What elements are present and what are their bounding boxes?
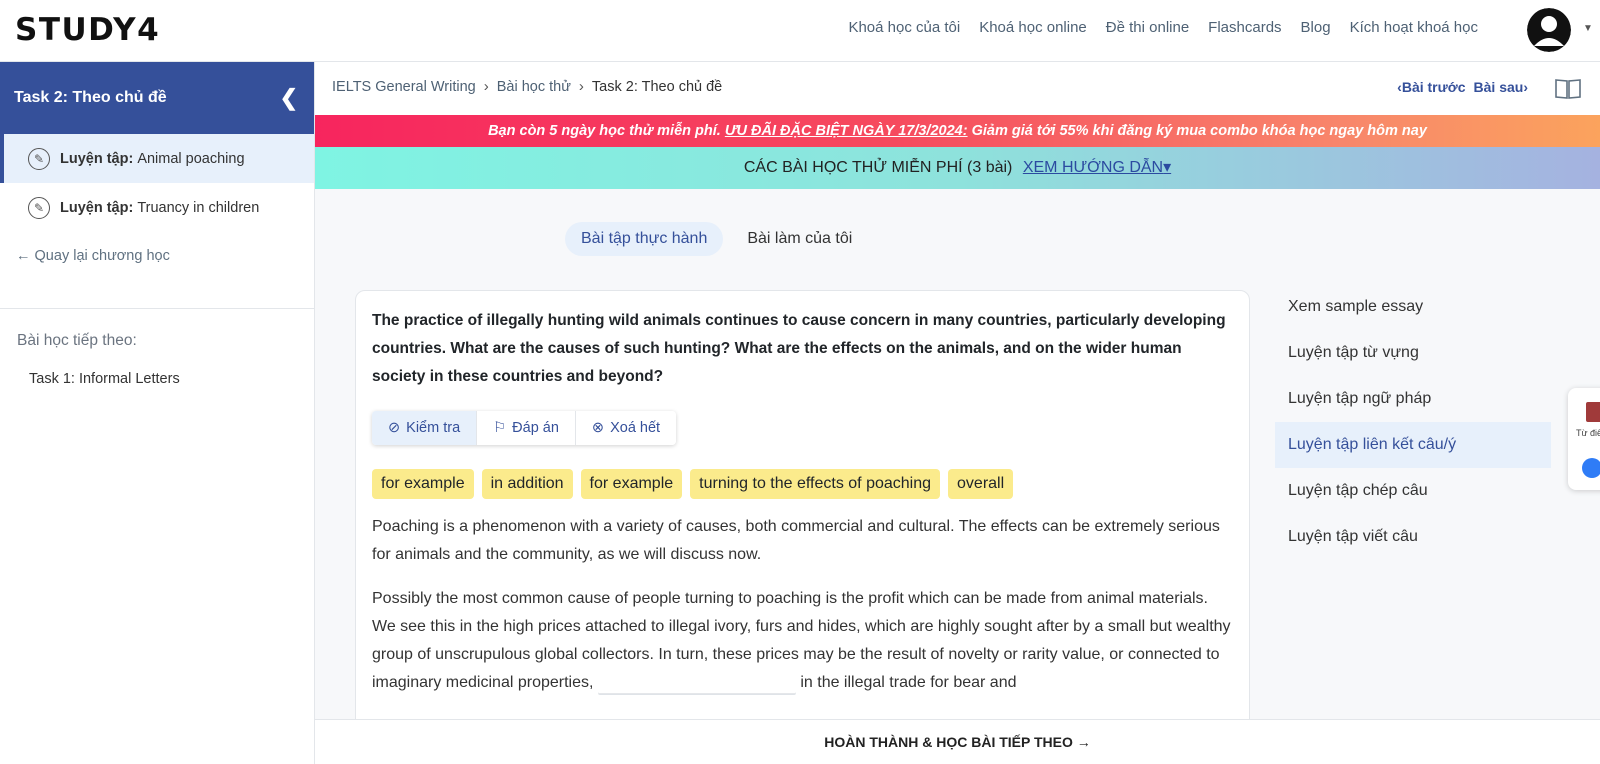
promo-banner[interactable]: Bạn còn 5 ngày học thử miễn phí. ƯU ĐÃI … — [315, 115, 1600, 147]
complete-next-button[interactable]: HOÀN THÀNH & HỌC BÀI TIẾP THEO → — [315, 719, 1600, 764]
dictionary-widget[interactable]: Từ điển — [1568, 388, 1600, 490]
next-lesson-link[interactable]: Task 1: Informal Letters — [29, 371, 180, 387]
flag-icon: ⚐ — [493, 420, 507, 436]
word-chip[interactable]: for example — [372, 469, 474, 499]
sidebar-header: Task 2: Theo chủ đề ❮ — [0, 62, 314, 134]
blank-input[interactable] — [597, 670, 796, 695]
next-lesson-button[interactable]: Bài sau› — [1474, 79, 1528, 95]
free-lessons-bar: CÁC BÀI HỌC THỬ MIỄN PHÍ (3 bài) XEM HƯỚ… — [315, 147, 1600, 189]
menu-grammar[interactable]: Luyện tập ngữ pháp — [1275, 376, 1551, 422]
word-chip[interactable]: for example — [580, 469, 683, 499]
nav-flashcards[interactable]: Flashcards — [1208, 19, 1281, 36]
book-icon[interactable] — [1554, 76, 1582, 100]
dictionary-icon[interactable] — [1586, 402, 1600, 422]
breadcrumb: IELTS General Writing › Bài học thử › Ta… — [332, 78, 722, 95]
exercise-tabs: Bài tập thực hành Bài làm của tôi — [565, 222, 868, 256]
exercise-card: The practice of illegally hunting wild a… — [355, 290, 1250, 764]
back-link-label: Quay lại chương học — [34, 248, 170, 264]
essay-paragraph-2: Possibly the most common cause of people… — [372, 585, 1233, 697]
essay-question: The practice of illegally hunting wild a… — [372, 312, 1226, 385]
menu-linking[interactable]: Luyện tập liên kết câu/ý — [1275, 422, 1551, 468]
prev-lesson-button[interactable]: ‹Bài trước — [1397, 79, 1465, 95]
menu-write-sentences[interactable]: Luyện tập viết câu — [1275, 514, 1551, 560]
lesson-label: Truancy in children — [137, 199, 260, 216]
nav-my-courses[interactable]: Khoá học của tôi — [848, 19, 960, 36]
menu-copy-sentences[interactable]: Luyện tập chép câu — [1275, 468, 1551, 514]
nav-activate-course[interactable]: Kích hoạt khoá học — [1350, 19, 1478, 36]
clear-all-button[interactable]: ⊗ Xoá hết — [575, 411, 677, 445]
breadcrumb-item[interactable]: Bài học thử — [497, 79, 571, 95]
next-label: Bài sau — [1473, 79, 1524, 95]
paragraph-text: in the illegal trade for bear and — [800, 674, 1017, 691]
next-lesson-heading: Bài học tiếp theo: — [17, 332, 137, 349]
exercise-toolbar: ⊘ Kiểm tra ⚐ Đáp án ⊗ Xoá hết — [372, 411, 677, 445]
word-bank: for example in addition for example turn… — [372, 469, 1233, 499]
divider — [0, 308, 314, 309]
view-guide-link[interactable]: XEM HƯỚNG DẪN▾ — [1023, 159, 1171, 176]
lesson-label: Animal poaching — [137, 150, 245, 167]
promo-text: Bạn còn 5 ngày học thử miễn phí. — [488, 123, 721, 139]
practice-menu: Xem sample essay Luyện tập từ vựng Luyện… — [1275, 284, 1551, 560]
chevron-right-icon: › — [483, 78, 489, 95]
chevron-left-icon[interactable]: ❮ — [280, 85, 298, 111]
back-to-chapter-link[interactable]: ← Quay lại chương học — [0, 232, 314, 264]
chevron-down-icon[interactable]: ▼ — [1583, 23, 1593, 34]
tab-practice[interactable]: Bài tập thực hành — [565, 222, 724, 256]
check-button[interactable]: ⊘ Kiểm tra — [372, 411, 478, 445]
chevron-right-icon: › — [578, 78, 584, 95]
promo-offer: Giảm giá tới 55% khi đăng ký mua combo k… — [971, 123, 1427, 139]
pencil-icon: ✎ — [28, 196, 50, 219]
arrow-left-icon: ← — [16, 248, 31, 264]
tab-my-work[interactable]: Bài làm của tôi — [731, 222, 868, 256]
promo-highlight: ƯU ĐÃI ĐẶC BIỆT NGÀY 17/3/2024: — [724, 123, 968, 139]
breadcrumb-current: Task 2: Theo chủ đề — [591, 78, 723, 95]
study4-logo[interactable]: STUDY4 — [15, 12, 160, 48]
lesson-sidebar: Task 2: Theo chủ đề ❮ ✎ Luyện tập: Anima… — [0, 62, 315, 764]
essay-paragraph-1: Poaching is a phenomenon with a variety … — [372, 518, 1220, 563]
guide-label: XEM HƯỚNG DẪN — [1022, 159, 1164, 176]
lesson-pagination: ‹Bài trước Bài sau› — [1397, 79, 1528, 95]
sidebar-title: Task 2: Theo chủ đề — [14, 89, 167, 106]
pencil-icon: ✎ — [28, 147, 50, 170]
prev-label: Bài trước — [1401, 79, 1466, 95]
user-avatar[interactable] — [1527, 8, 1571, 52]
lesson-prefix: Luyện tập: — [60, 150, 134, 167]
dictionary-label: Từ điển — [1576, 428, 1600, 438]
answer-label: Đáp án — [512, 420, 559, 436]
breadcrumb-bar: IELTS General Writing › Bài học thử › Ta… — [315, 62, 1600, 115]
main-content: IELTS General Writing › Bài học thử › Ta… — [315, 62, 1600, 764]
nav-online-courses[interactable]: Khoá học online — [979, 19, 1087, 36]
nav-blog[interactable]: Blog — [1301, 19, 1331, 36]
check-label: Kiểm tra — [406, 420, 461, 436]
breadcrumb-item[interactable]: IELTS General Writing — [332, 79, 476, 95]
menu-vocabulary[interactable]: Luyện tập từ vựng — [1275, 330, 1551, 376]
close-circle-icon: ⊗ — [591, 420, 605, 436]
messenger-icon[interactable] — [1582, 458, 1600, 478]
answer-button[interactable]: ⚐ Đáp án — [477, 411, 576, 445]
menu-sample-essay[interactable]: Xem sample essay — [1275, 284, 1551, 330]
free-lessons-label: CÁC BÀI HỌC THỬ MIỄN PHÍ (3 bài) — [743, 159, 1013, 176]
nav-links: Khoá học của tôi Khoá học online Đề thi … — [848, 19, 1478, 36]
nav-online-tests[interactable]: Đề thi online — [1106, 19, 1189, 36]
word-chip[interactable]: in addition — [481, 469, 573, 499]
caret-down-icon: ▾ — [1163, 159, 1172, 176]
clear-label: Xoá hết — [610, 420, 661, 436]
user-silhouette-icon — [1527, 8, 1571, 52]
check-circle-icon: ⊘ — [388, 420, 401, 436]
lesson-prefix: Luyện tập: — [60, 199, 134, 216]
word-chip[interactable]: overall — [948, 469, 1014, 499]
top-navbar: STUDY4 Khoá học của tôi Khoá học online … — [0, 0, 1600, 62]
lesson-item-animal-poaching[interactable]: ✎ Luyện tập: Animal poaching — [0, 134, 314, 183]
word-chip[interactable]: turning to the effects of poaching — [690, 469, 941, 499]
lesson-item-truancy[interactable]: ✎ Luyện tập: Truancy in children — [0, 183, 314, 232]
